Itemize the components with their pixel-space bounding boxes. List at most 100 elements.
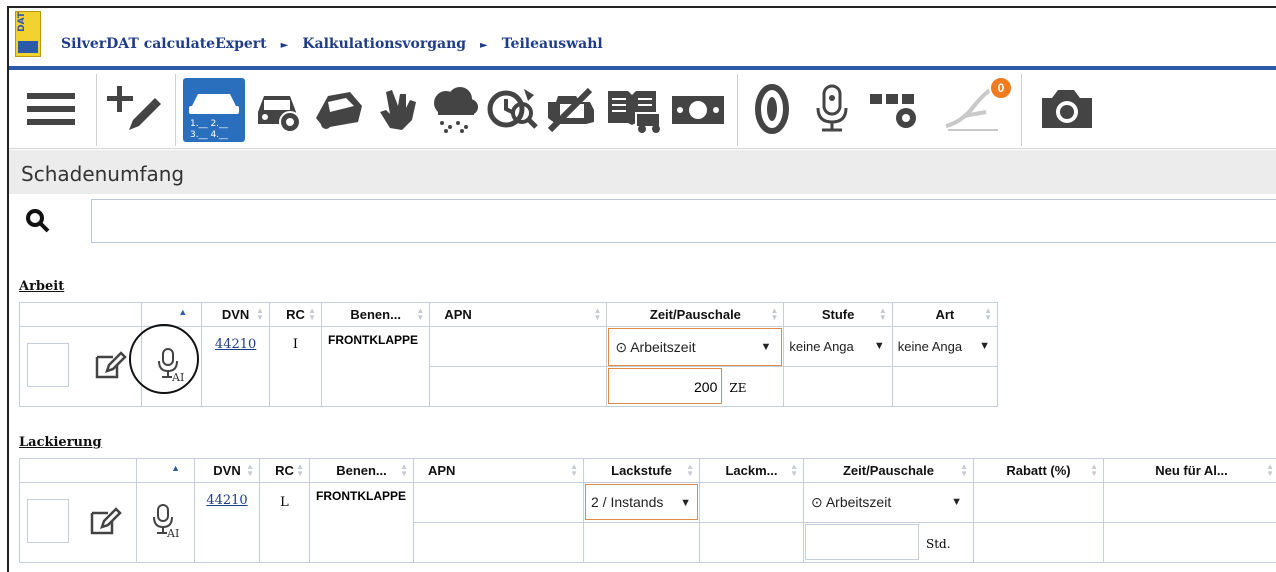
sort-icon[interactable]: ▲ ▼ bbox=[686, 463, 694, 478]
rc-cell: L bbox=[259, 482, 310, 563]
menu-icon[interactable] bbox=[21, 78, 81, 140]
sort-icon[interactable]: ▲ ▼ bbox=[400, 463, 408, 478]
car-damage-icon[interactable] bbox=[309, 78, 367, 140]
lackmaterial-sub-cell bbox=[699, 522, 804, 563]
benennung-value: FRONTKLAPPE bbox=[316, 489, 406, 503]
chevron-right-icon: ► bbox=[480, 40, 488, 51]
row-checkbox[interactable] bbox=[27, 499, 69, 543]
ai-microphone-icon[interactable]: AI bbox=[151, 503, 181, 544]
logo-car-icon bbox=[18, 41, 38, 53]
header-stufe[interactable]: Stufe ▲ ▼ bbox=[783, 302, 893, 327]
rc-value: L bbox=[280, 495, 289, 510]
search-field[interactable] bbox=[91, 199, 1276, 243]
apn-sub-cell bbox=[429, 366, 608, 407]
sort-icon[interactable]: ▲ ▼ bbox=[246, 463, 254, 478]
breadcrumb: SilverDAT calculateExpert ► Kalkulationsvo… bbox=[61, 36, 603, 52]
signature-icon[interactable]: 0 bbox=[937, 76, 1013, 140]
neu-fuer-alt-cell[interactable] bbox=[1103, 482, 1276, 523]
table-row: AI 44210 L FRONTKLAPPE 2 / Instands ▼ ⊙ A… bbox=[19, 482, 1276, 563]
apn-cell[interactable] bbox=[429, 326, 608, 367]
weather-icon[interactable] bbox=[425, 78, 483, 140]
dvn-cell: 44210 bbox=[194, 482, 260, 563]
camera-icon[interactable] bbox=[1033, 78, 1103, 140]
lackmaterial-cell[interactable] bbox=[699, 482, 804, 523]
header-rabatt[interactable]: Rabatt (%) ▲ ▼ bbox=[973, 458, 1104, 483]
zeit-select[interactable]: ⊙ Arbeitszeit ▼ bbox=[608, 328, 783, 366]
car-settings-icon[interactable] bbox=[251, 78, 309, 140]
sort-icon[interactable]: ▲ ▼ bbox=[984, 307, 992, 322]
dat-logo[interactable]: DAT bbox=[15, 11, 41, 57]
header-checkbox bbox=[19, 302, 142, 327]
tire-icon[interactable] bbox=[743, 78, 801, 140]
header-zeit-pauschale[interactable]: Zeit/Pauschale ▲ ▼ bbox=[803, 458, 974, 483]
header-apn[interactable]: APN ▲ ▼ bbox=[413, 458, 584, 483]
header-dvn[interactable]: DVN ▲ ▼ bbox=[194, 458, 260, 483]
chevron-down-icon: ▼ bbox=[951, 496, 962, 508]
add-edit-icon[interactable] bbox=[103, 78, 163, 140]
chevron-down-icon: ▼ bbox=[979, 340, 990, 352]
sort-icon[interactable]: ▲ ▼ bbox=[296, 463, 304, 478]
sort-icon[interactable]: ▲ ▼ bbox=[1090, 463, 1098, 478]
rabatt-cell[interactable] bbox=[973, 482, 1104, 523]
money-icon[interactable] bbox=[667, 78, 729, 140]
zeit-select[interactable]: ⊙ Arbeitszeit ▼ bbox=[805, 484, 972, 520]
header-art[interactable]: Art ▲ ▼ bbox=[891, 302, 999, 327]
toolbar-divider bbox=[96, 74, 97, 146]
chevron-down-icon: ▼ bbox=[873, 340, 885, 352]
breadcrumb-item-app[interactable]: SilverDAT calculateExpert bbox=[61, 36, 267, 52]
engine-warning-icon[interactable] bbox=[541, 78, 601, 140]
sort-asc-icon[interactable]: ▲ bbox=[171, 464, 180, 473]
search-timer-icon[interactable] bbox=[483, 78, 541, 140]
modules-settings-icon[interactable] bbox=[865, 78, 927, 140]
vehicle-selection-icon[interactable]: 1.__ 2.__ 3.__ 4.__ bbox=[183, 78, 245, 142]
row-checkbox[interactable] bbox=[27, 343, 69, 387]
sort-icon[interactable]: ▲ ▼ bbox=[879, 307, 887, 322]
header-rc[interactable]: RC ▲ ▼ bbox=[259, 458, 310, 483]
sort-icon[interactable]: ▲ ▼ bbox=[593, 307, 601, 322]
edit-icon[interactable] bbox=[93, 351, 127, 386]
dvn-link[interactable]: 44210 bbox=[215, 337, 256, 352]
hand-icon[interactable] bbox=[369, 78, 425, 140]
breadcrumb-item-kalkulation[interactable]: Kalkulationsvorgang bbox=[302, 36, 466, 52]
header-benennung[interactable]: Benen... ▲ ▼ bbox=[321, 302, 431, 327]
zeit-value-cell: 200 ZE bbox=[606, 366, 785, 407]
sort-icon[interactable]: ▲ ▼ bbox=[790, 463, 798, 478]
dvn-link[interactable]: 44210 bbox=[206, 493, 247, 508]
art-select[interactable]: keine Anga ▼ bbox=[894, 328, 996, 364]
header-lackmaterial[interactable]: Lackm... ▲ ▼ bbox=[699, 458, 804, 483]
microphone-icon[interactable] bbox=[803, 78, 861, 140]
section-title: Schadenumfang bbox=[21, 162, 185, 186]
section-header: Schadenumfang bbox=[9, 150, 1276, 194]
stufe-select[interactable]: keine Anga ▼ bbox=[785, 328, 890, 364]
sort-icon[interactable]: ▲ ▼ bbox=[1266, 463, 1274, 478]
sort-icon[interactable]: ▲ ▼ bbox=[570, 463, 578, 478]
edit-icon[interactable] bbox=[88, 507, 122, 542]
search-input[interactable] bbox=[92, 200, 1276, 242]
header-zeit-pauschale[interactable]: Zeit/Pauschale ▲ ▼ bbox=[606, 302, 785, 327]
manual-truck-icon[interactable] bbox=[603, 78, 665, 140]
breadcrumb-item-teileauswahl[interactable]: Teileauswahl bbox=[502, 36, 603, 52]
header-dvn[interactable]: DVN ▲ ▼ bbox=[201, 302, 270, 327]
header-lackstufe[interactable]: Lackstufe ▲ ▼ bbox=[583, 458, 700, 483]
sort-icon[interactable]: ▲ ▼ bbox=[256, 307, 264, 322]
lackstufe-sub-cell bbox=[583, 522, 700, 563]
search-icon[interactable] bbox=[25, 208, 51, 238]
header-benennung[interactable]: Benen... ▲ ▼ bbox=[309, 458, 414, 483]
chevron-right-icon: ► bbox=[280, 40, 289, 51]
sort-icon[interactable]: ▲ ▼ bbox=[308, 307, 316, 322]
header-neu-fuer-alt[interactable]: Neu für Al... ▲ ▼ bbox=[1103, 458, 1276, 483]
app-window: DAT SilverDAT calculateExpert ► Kalkulatio… bbox=[7, 6, 1276, 572]
apn-cell[interactable] bbox=[413, 482, 584, 523]
zeit-value-input[interactable] bbox=[805, 524, 919, 560]
lackierung-table: ▲ DVN ▲ ▼ RC ▲ ▼ Benen... ▲ ▼ APN ▲ ▼ Lackstufe ▲… bbox=[19, 458, 1276, 563]
sort-asc-icon[interactable]: ▲ bbox=[178, 308, 187, 317]
zeit-value-input[interactable]: 200 bbox=[608, 368, 723, 404]
lackstufe-select[interactable]: 2 / Instands ▼ bbox=[585, 484, 698, 520]
sort-icon[interactable]: ▲ ▼ bbox=[416, 307, 424, 322]
sort-icon[interactable]: ▲ ▼ bbox=[771, 307, 779, 322]
header-rc[interactable]: RC ▲ ▼ bbox=[268, 302, 323, 327]
sort-icon[interactable]: ▲ ▼ bbox=[960, 463, 968, 478]
header-sort-column[interactable]: ▲ bbox=[140, 302, 203, 327]
header-sort-column[interactable]: ▲ bbox=[136, 458, 195, 483]
header-apn[interactable]: APN ▲ ▼ bbox=[429, 302, 608, 327]
